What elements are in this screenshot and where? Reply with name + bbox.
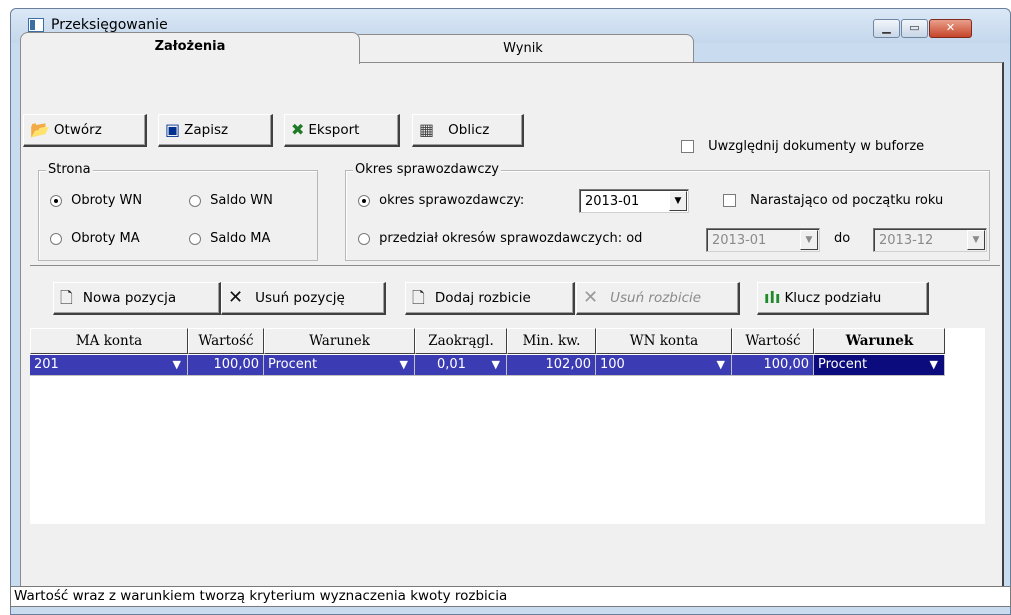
- column-header[interactable]: Wartość: [188, 328, 264, 354]
- radio-indicator[interactable]: [50, 194, 62, 207]
- table-cell-min-kw[interactable]: 102,00: [507, 355, 596, 376]
- radio-obroty-ma[interactable]: Obroty MA: [50, 231, 140, 246]
- bar-chart-icon: ılı: [764, 288, 781, 307]
- radio-obroty-wn[interactable]: Obroty WN: [50, 193, 142, 208]
- chevron-down-icon[interactable]: ▼: [800, 230, 818, 250]
- radio-indicator[interactable]: [189, 194, 201, 207]
- delete-position-button[interactable]: ✕ Usuń pozycję: [221, 282, 386, 315]
- calculate-button[interactable]: ▦ Oblicz: [412, 114, 524, 147]
- radio-przedzial[interactable]: przedział okresów sprawozdawczych: od: [358, 231, 642, 246]
- delete-x-icon: ✕: [583, 287, 599, 308]
- chevron-down-icon[interactable]: ▼: [717, 355, 725, 374]
- chevron-down-icon[interactable]: ▼: [669, 191, 687, 211]
- strona-legend: Strona: [46, 162, 93, 177]
- add-split-button[interactable]: 🗋 Dodaj rozbicie: [405, 282, 575, 315]
- column-header[interactable]: Warunek: [264, 328, 415, 354]
- data-grid[interactable]: MA konta Wartość Warunek Zaokrągl. Min. …: [30, 328, 985, 524]
- table-cell-warunek[interactable]: Procent ▼: [264, 355, 415, 376]
- table-cell-zaokragl[interactable]: 0,01 ▼: [415, 355, 507, 376]
- column-header[interactable]: Zaokrągl.: [415, 328, 507, 354]
- radio-indicator[interactable]: [189, 232, 201, 245]
- tab-zalozenia[interactable]: Założenia: [20, 32, 360, 64]
- new-position-button[interactable]: 🗋 Nowa pozycja: [53, 282, 221, 315]
- new-document-icon: 🗋: [412, 288, 425, 307]
- range-from-select[interactable]: 2013-01 ▼: [706, 228, 820, 252]
- divider: [30, 265, 1000, 266]
- tab-wynik[interactable]: Wynik: [352, 34, 694, 62]
- chevron-down-icon[interactable]: ▼: [967, 230, 985, 250]
- calculator-icon: ▦: [419, 120, 435, 139]
- range-to-label: do: [834, 231, 851, 246]
- chevron-down-icon[interactable]: ▼: [492, 355, 500, 374]
- open-button[interactable]: 📂 Otwórz: [23, 114, 147, 147]
- close-button[interactable]: ✕: [929, 19, 972, 38]
- period-select[interactable]: 2013-01 ▼: [579, 189, 689, 213]
- floppy-disk-icon: ▣: [165, 120, 181, 139]
- excel-icon: ✖: [291, 120, 305, 139]
- checkbox-box[interactable]: [681, 140, 694, 153]
- checkbox-box[interactable]: [723, 194, 736, 207]
- column-header[interactable]: Min. kw.: [507, 328, 596, 354]
- column-header[interactable]: Warunek: [814, 328, 945, 354]
- chevron-down-icon[interactable]: ▼: [173, 355, 181, 374]
- export-button[interactable]: ✖ Eksport: [284, 114, 400, 147]
- delete-x-icon: ✕: [228, 287, 244, 308]
- radio-indicator[interactable]: [50, 232, 62, 245]
- column-header[interactable]: WN konta: [596, 328, 732, 354]
- radio-indicator[interactable]: [358, 194, 370, 207]
- folder-open-icon: 📂: [30, 120, 50, 139]
- table-cell-wn-konta[interactable]: 100 ▼: [596, 355, 732, 376]
- app-icon: [28, 18, 44, 32]
- table-cell-wartosc[interactable]: 100,00: [732, 355, 814, 376]
- chevron-down-icon[interactable]: ▼: [400, 355, 408, 374]
- delete-split-button[interactable]: ✕ Usuń rozbicie: [576, 282, 740, 315]
- window-title: Przeksięgowanie: [51, 17, 168, 33]
- strona-group: Strona: [38, 162, 318, 261]
- status-bar: Wartość wraz z warunkiem tworzą kryteriu…: [10, 586, 1011, 607]
- cumulative-checkbox[interactable]: Narastająco od początku roku: [723, 193, 943, 208]
- chevron-down-icon[interactable]: ▼: [930, 355, 938, 374]
- split-key-button[interactable]: ılı Klucz podziału: [757, 282, 929, 315]
- new-document-icon: 🗋: [60, 288, 73, 307]
- save-button[interactable]: ▣ Zapisz: [158, 114, 273, 147]
- range-to-select[interactable]: 2013-12 ▼: [873, 228, 987, 252]
- column-header[interactable]: Wartość: [732, 328, 814, 354]
- table-cell-wartosc[interactable]: 100,00: [188, 355, 264, 376]
- include-buffer-checkbox[interactable]: Uwzględnij dokumenty w buforze: [681, 139, 924, 154]
- minimize-button[interactable]: ▁: [873, 19, 900, 38]
- radio-okres-sprawozdawczy[interactable]: okres sprawozdawczy:: [358, 193, 524, 208]
- maximize-button[interactable]: ▭: [901, 19, 928, 38]
- radio-saldo-ma[interactable]: Saldo MA: [189, 231, 270, 246]
- okres-legend: Okres sprawozdawczy: [353, 162, 501, 177]
- radio-saldo-wn[interactable]: Saldo WN: [189, 193, 273, 208]
- radio-indicator[interactable]: [358, 232, 370, 245]
- column-header[interactable]: MA konta: [30, 328, 188, 354]
- table-cell-warunek-focused[interactable]: Procent ▼: [814, 355, 945, 376]
- table-cell-ma-konta[interactable]: 201 ▼: [30, 355, 188, 376]
